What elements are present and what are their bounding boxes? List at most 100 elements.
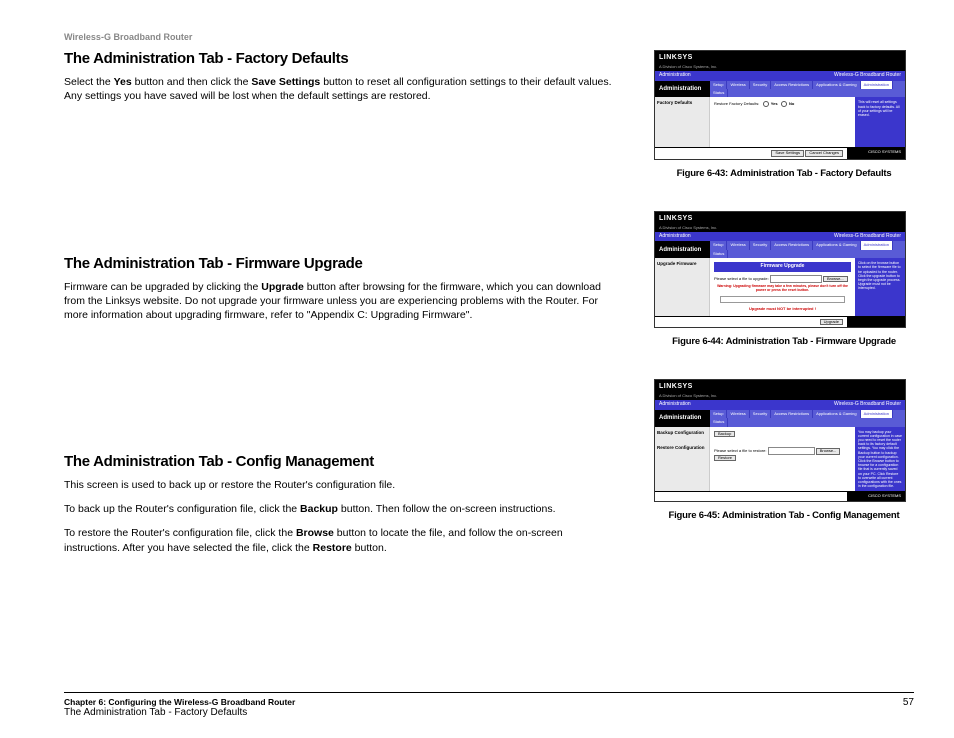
radio-yes-label: Yes — [771, 101, 778, 106]
section-label: Administration — [655, 243, 710, 258]
tab-apps[interactable]: Applications & Gaming — [813, 241, 860, 249]
figure-6-44: LINKSYS A Division of Cisco Systems, Inc… — [654, 211, 914, 347]
page-label: Administration — [659, 234, 691, 240]
caption-6-45: Figure 6-45: Administration Tab - Config… — [654, 510, 914, 521]
panel-left-label: Upgrade Firmware — [655, 258, 710, 316]
tip-text: This will reset all settings back to fac… — [855, 97, 905, 147]
tab-status[interactable]: Status — [710, 250, 728, 258]
tab-security[interactable]: Security — [750, 81, 771, 89]
heading-factory-defaults: The Administration Tab - Factory Default… — [64, 50, 618, 67]
restore-file-input[interactable] — [768, 447, 815, 455]
device-label: Wireless-G Broadband Router — [834, 234, 901, 240]
radio-no-label: No — [789, 101, 794, 106]
tab-administration[interactable]: Administration — [861, 81, 893, 89]
thumbnail-firmware-upgrade: LINKSYS A Division of Cisco Systems, Inc… — [654, 211, 906, 328]
tip-text: You may backup your current configuratio… — [855, 427, 905, 492]
page-label: Administration — [659, 402, 691, 408]
footer-chapter: Chapter 6: Configuring the Wireless-G Br… — [64, 697, 295, 707]
figure-6-45: LINKSYS A Division of Cisco Systems, Inc… — [654, 379, 914, 520]
text: button and then click the — [132, 76, 252, 88]
panel-left-label: Backup Configuration Restore Configurati… — [655, 427, 710, 492]
brand-bar: LINKSYS — [655, 212, 905, 226]
tab-setup[interactable]: Setup — [710, 410, 727, 418]
text: To restore the Router's configuration fi… — [64, 527, 296, 539]
tab-security[interactable]: Security — [750, 241, 771, 249]
tab-status[interactable]: Status — [710, 418, 728, 426]
page-label: Administration — [659, 73, 691, 79]
para-config-3: To restore the Router's configuration fi… — [64, 526, 618, 554]
para-config-2: To back up the Router's configuration fi… — [64, 502, 618, 516]
text: Firmware can be upgraded by clicking the — [64, 281, 261, 293]
label-backup: Backup Configuration — [657, 431, 707, 436]
cisco-label: CISCO SYSTEMS — [847, 148, 905, 159]
bold-save-settings: Save Settings — [251, 76, 320, 88]
radio-no[interactable] — [781, 101, 787, 107]
section-label: Administration — [655, 411, 710, 426]
tab-access[interactable]: Access Restrictions — [771, 410, 813, 418]
fw-file-input[interactable] — [770, 275, 822, 283]
para-firmware: Firmware can be upgraded by clicking the… — [64, 280, 618, 323]
tab-administration[interactable]: Administration — [861, 410, 893, 418]
warning-2: Upgrade must NOT be interrupted ! — [714, 307, 851, 311]
browse-button[interactable]: Browse... — [823, 276, 848, 282]
backup-button[interactable]: Backup — [714, 431, 735, 437]
page-footer: Chapter 6: Configuring the Wireless-G Br… — [64, 692, 914, 718]
bold-backup: Backup — [300, 503, 338, 515]
tab-apps[interactable]: Applications & Gaming — [813, 410, 860, 418]
text: button. — [352, 542, 387, 554]
text: button. Then follow the on-screen instru… — [338, 503, 556, 515]
restore-select-label: Please select a file to restore: — [714, 448, 766, 453]
footer-section: The Administration Tab - Factory Default… — [64, 707, 295, 718]
tab-wireless[interactable]: Wireless — [727, 241, 749, 249]
cisco-label — [847, 317, 905, 328]
device-label: Wireless-G Broadband Router — [834, 73, 901, 79]
brand-bar: LINKSYS — [655, 380, 905, 394]
tab-wireless[interactable]: Wireless — [727, 410, 749, 418]
tab-status[interactable]: Status — [710, 89, 728, 97]
fw-title: Firmware Upgrade — [714, 262, 851, 272]
tab-administration[interactable]: Administration — [861, 241, 893, 249]
cisco-label: CISCO SYSTEMS — [847, 492, 905, 500]
restore-label: Restore Factory Defaults: — [714, 101, 759, 106]
device-label: Wireless-G Broadband Router — [834, 402, 901, 408]
radio-yes[interactable] — [763, 101, 769, 107]
text: Select the — [64, 76, 114, 88]
doc-header: Wireless-G Broadband Router — [64, 32, 914, 42]
brand-bar: LINKSYS — [655, 51, 905, 65]
caption-6-43: Figure 6-43: Administration Tab - Factor… — [654, 168, 914, 179]
cancel-changes-button[interactable]: Cancel Changes — [805, 150, 843, 156]
para-factory: Select the Yes button and then click the… — [64, 75, 618, 103]
tab-access[interactable]: Access Restrictions — [771, 81, 813, 89]
thumbnail-config-management: LINKSYS A Division of Cisco Systems, Inc… — [654, 379, 906, 501]
bold-browse: Browse — [296, 527, 334, 539]
heading-firmware-upgrade: The Administration Tab - Firmware Upgrad… — [64, 255, 618, 272]
figure-6-43: LINKSYS A Division of Cisco Systems, Inc… — [654, 50, 914, 179]
tab-apps[interactable]: Applications & Gaming — [813, 81, 860, 89]
panel-left-label: Factory Defaults — [655, 97, 710, 147]
tab-setup[interactable]: Setup — [710, 81, 727, 89]
para-config-1: This screen is used to back up or restor… — [64, 478, 618, 492]
fw-select-label: Please select a file to upgrade: — [714, 276, 769, 281]
tab-wireless[interactable]: Wireless — [727, 81, 749, 89]
thumbnail-factory-defaults: LINKSYS A Division of Cisco Systems, Inc… — [654, 50, 906, 160]
tab-security[interactable]: Security — [750, 410, 771, 418]
main-column: The Administration Tab - Factory Default… — [64, 50, 618, 579]
section-label: Administration — [655, 82, 710, 97]
page-number: 57 — [903, 697, 914, 718]
tip-text: Click on the browse button to select the… — [855, 258, 905, 316]
tab-access[interactable]: Access Restrictions — [771, 241, 813, 249]
save-settings-button[interactable]: Save Settings — [771, 150, 804, 156]
tab-setup[interactable]: Setup — [710, 241, 727, 249]
text: To back up the Router's configuration fi… — [64, 503, 300, 515]
heading-config-management: The Administration Tab - Config Manageme… — [64, 453, 618, 470]
restore-button[interactable]: Restore — [714, 455, 736, 461]
browse-button[interactable]: Browse... — [816, 448, 841, 454]
warning-1: Warning: Upgrading firmware may take a f… — [714, 285, 851, 293]
bold-restore: Restore — [313, 542, 352, 554]
caption-6-44: Figure 6-44: Administration Tab - Firmwa… — [654, 336, 914, 347]
upgrade-button[interactable]: Upgrade — [820, 319, 843, 325]
figure-column: LINKSYS A Division of Cisco Systems, Inc… — [654, 50, 914, 579]
bold-yes: Yes — [114, 76, 132, 88]
label-restore: Restore Configuration — [657, 446, 707, 451]
bold-upgrade: Upgrade — [261, 281, 304, 293]
